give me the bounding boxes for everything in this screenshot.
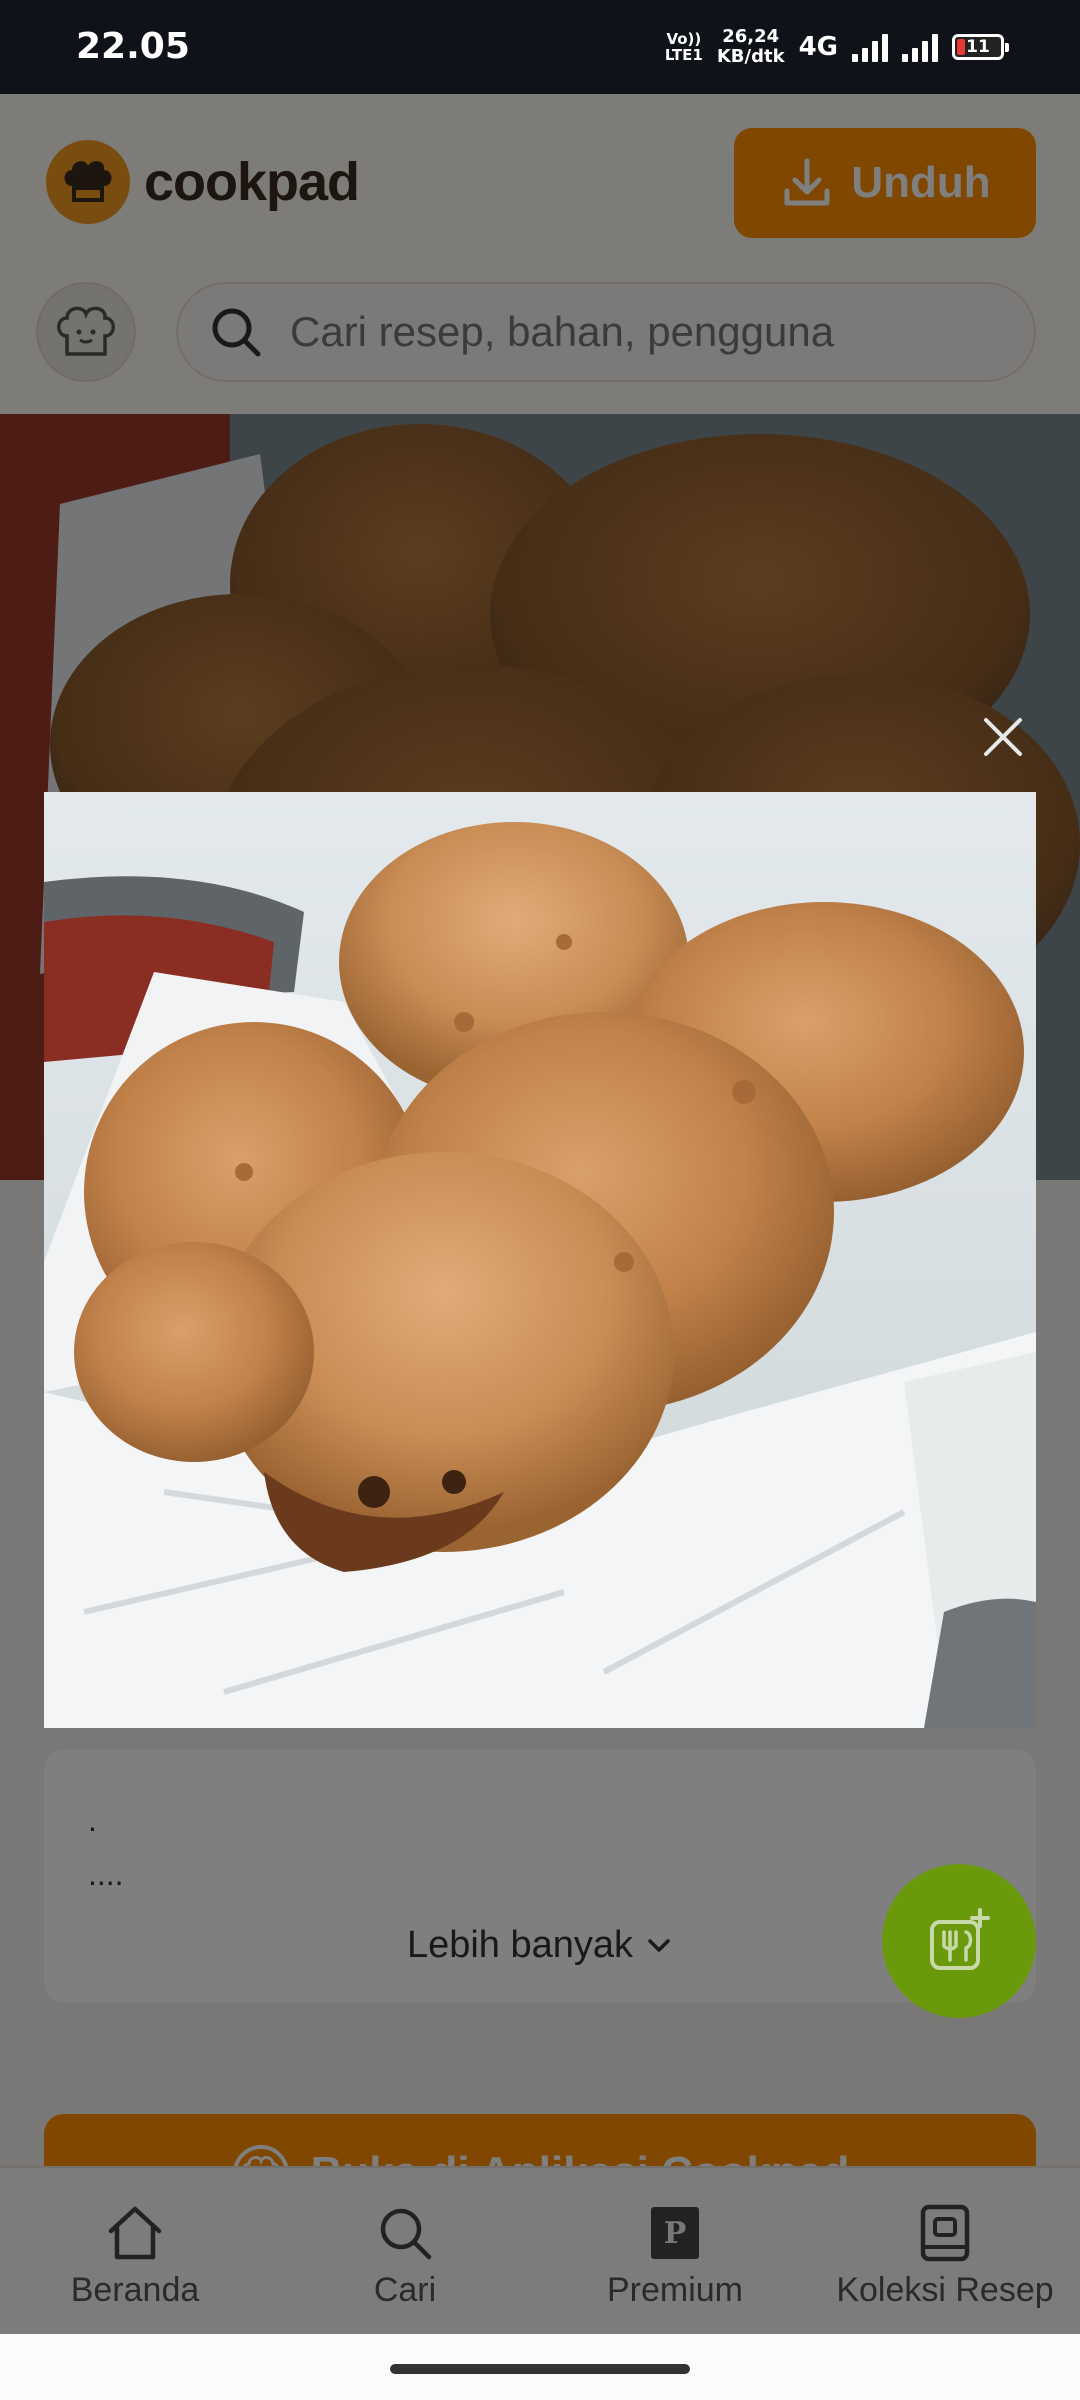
close-icon[interactable]: [976, 710, 1030, 764]
add-recipe-icon: [930, 1908, 990, 1970]
enlarged-recipe-photo: [44, 792, 1036, 1728]
status-icons: Vo)) LTE1 26,24 KB/dtk 4G 11: [665, 22, 1009, 72]
speed-value: 26,24: [722, 26, 780, 47]
volte-indicator: Vo)) LTE1: [665, 31, 703, 63]
gesture-bar-area: [0, 2334, 1080, 2400]
signal-icon: [852, 32, 888, 62]
status-bar: 22.05 Vo)) LTE1 26,24 KB/dtk 4G 11: [0, 0, 1080, 94]
network-type: 4G: [798, 32, 838, 62]
volte-top-label: Vo)): [666, 30, 702, 48]
battery-icon: 11: [952, 34, 1009, 60]
volte-bottom-label: LTE1: [664, 46, 703, 64]
battery-level: 11: [966, 37, 990, 57]
speed-unit: KB/dtk: [716, 46, 785, 67]
add-to-collection-fab[interactable]: [882, 1864, 1036, 2018]
screen: 22.05 Vo)) LTE1 26,24 KB/dtk 4G 11: [0, 0, 1080, 2400]
clock: 22.05: [76, 26, 190, 67]
network-speed: 26,24 KB/dtk: [717, 27, 785, 67]
home-indicator[interactable]: [390, 2364, 690, 2374]
signal-icon-2: [902, 32, 938, 62]
